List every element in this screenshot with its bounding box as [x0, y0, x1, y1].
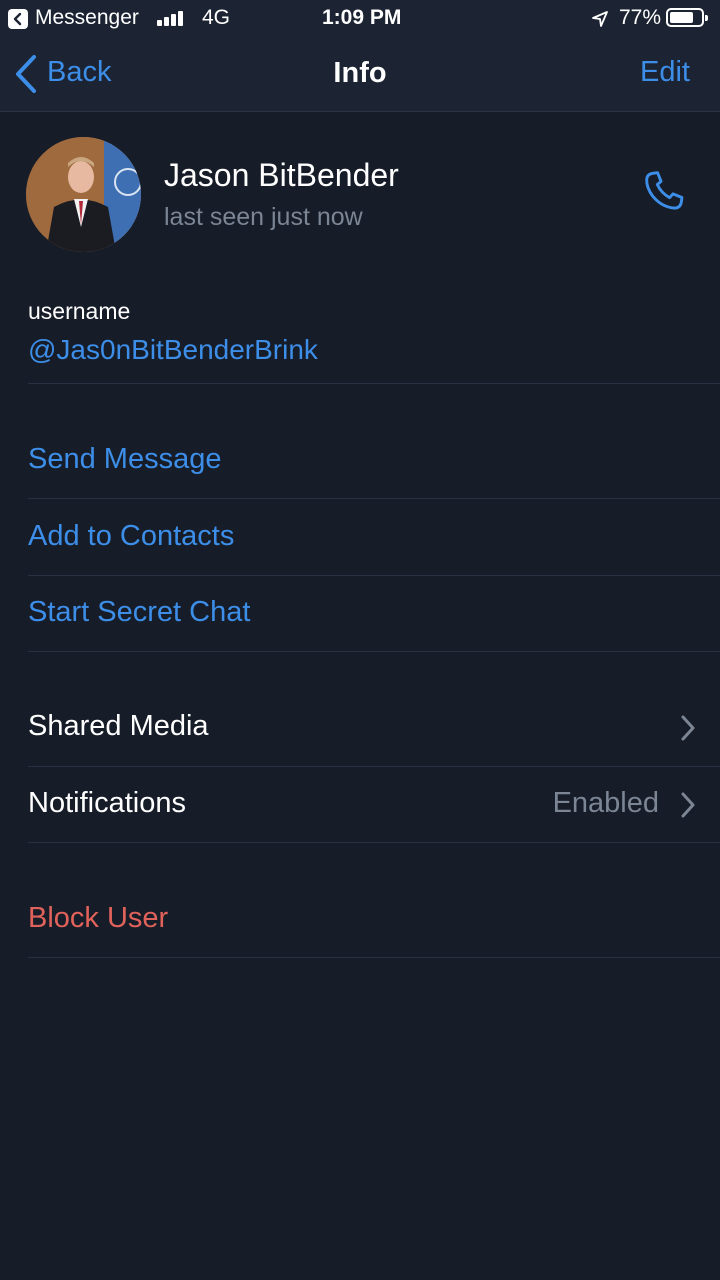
- divider: [28, 575, 720, 576]
- chevron-right-icon: [681, 715, 695, 741]
- location-arrow-icon: [590, 9, 610, 29]
- shared-media-label: Shared Media: [28, 710, 209, 742]
- start-secret-chat-button[interactable]: Start Secret Chat: [28, 596, 250, 629]
- divider: [28, 383, 720, 384]
- signal-strength-icon: [157, 10, 185, 26]
- username-label: username: [28, 298, 131, 324]
- username-value[interactable]: @Jas0nBitBenderBrink: [28, 334, 318, 366]
- navigation-bar: Back Info Edit: [0, 38, 720, 112]
- divider: [28, 957, 720, 958]
- notifications-label: Notifications: [28, 787, 186, 819]
- send-message-button[interactable]: Send Message: [28, 443, 221, 476]
- clock: 1:09 PM: [322, 6, 402, 29]
- shared-media-row[interactable]: Shared Media: [0, 690, 720, 764]
- battery-percent: 77%: [619, 6, 662, 29]
- edit-button[interactable]: Edit: [640, 56, 690, 89]
- chevron-right-icon: [681, 792, 695, 818]
- notifications-row[interactable]: Notifications Enabled: [0, 767, 720, 841]
- divider: [28, 651, 720, 652]
- add-to-contacts-button[interactable]: Add to Contacts: [28, 520, 234, 553]
- status-bar: Messenger 4G 1:09 PM 77%: [0, 0, 720, 38]
- page-title: Info: [333, 57, 387, 89]
- phone-icon[interactable]: [639, 166, 689, 216]
- network-type: 4G: [202, 6, 231, 29]
- back-to-app-icon[interactable]: [8, 9, 28, 29]
- block-user-button[interactable]: Block User: [28, 902, 168, 935]
- last-seen-status: last seen just now: [164, 203, 363, 231]
- notifications-value: Enabled: [552, 787, 659, 819]
- contact-name: Jason BitBender: [164, 157, 399, 193]
- avatar[interactable]: [26, 137, 141, 252]
- battery-icon: [666, 8, 708, 27]
- divider: [28, 842, 720, 843]
- back-to-app-label[interactable]: Messenger: [35, 6, 139, 30]
- divider: [28, 498, 720, 499]
